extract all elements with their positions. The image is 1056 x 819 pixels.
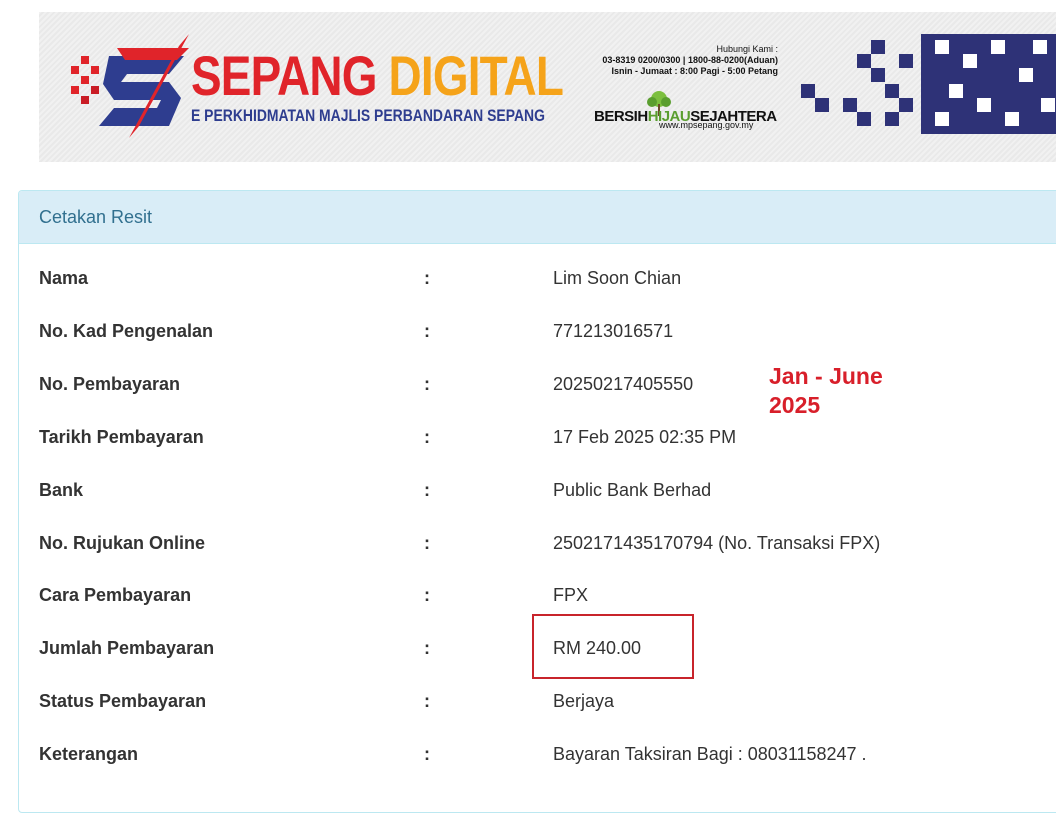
row-label: Status Pembayaran [39, 691, 207, 711]
receipt-row: Status Pembayaran: Berjaya [18, 690, 1018, 743]
row-label: Cara Pembayaran [39, 585, 192, 605]
row-label: No. Pembayaran [39, 374, 181, 394]
sepang-digital-logo-icon [71, 34, 189, 138]
row-label: Nama [39, 268, 89, 288]
row-value: FPX [553, 585, 589, 605]
row-value: 771213016571 [553, 321, 674, 341]
brand-title-sepang: SEPANG [191, 44, 389, 107]
amount-highlight-box [532, 614, 694, 679]
row-label: Jumlah Pembayaran [39, 638, 215, 658]
row-label: No. Rujukan Online [39, 533, 206, 553]
annotation-line-2: 2025 [769, 392, 821, 418]
row-value: Public Bank Berhad [553, 480, 712, 500]
row-separator: : [424, 480, 430, 500]
receipt-row: No. Rujukan Online: 2502171435170794 (No.… [18, 532, 1018, 585]
contact-hours: Isnin - Jumaat : 8:00 Pagi - 5:00 Petang [611, 66, 778, 76]
annotation-line-1: Jan - June [769, 363, 883, 389]
row-value: Lim Soon Chian [553, 268, 682, 288]
header-banner: SEPANG DIGITAL E PERKHIDMATAN MAJLIS PER… [39, 12, 1056, 162]
panel-heading: Cetakan Resit [19, 191, 1056, 244]
brand-subtitle: E PERKHIDMATAN MAJLIS PERBANDARAN SEPANG [191, 106, 545, 125]
row-separator: : [424, 427, 430, 447]
contact-title: Hubungi Kami : [716, 44, 778, 54]
row-separator: : [424, 374, 430, 394]
row-separator: : [424, 268, 430, 288]
row-value: 17 Feb 2025 02:35 PM [553, 427, 737, 447]
receipt-row: Keterangan: Bayaran Taksiran Bagi : 08031… [18, 743, 1018, 796]
contact-info: Hubungi Kami : 03-8319 0200/0300 | 1800-… [602, 44, 778, 77]
row-value: 2502171435170794 (No. Transaksi FPX) [553, 533, 881, 553]
row-separator: : [424, 321, 430, 341]
row-separator: : [424, 691, 430, 711]
brand-title-digital: DIGITAL [388, 44, 564, 107]
pixel-pattern-icon [801, 34, 1056, 134]
row-value: Berjaya [553, 691, 615, 711]
receipt-row: Jumlah Pembayaran: RM 240.00 [18, 637, 1018, 690]
row-value: 20250217405550 [553, 374, 694, 394]
row-separator: : [424, 638, 430, 658]
receipt-row: Tarikh Pembayaran: 17 Feb 2025 02:35 PM [18, 426, 1018, 479]
receipt-row: Bank: Public Bank Berhad [18, 479, 1018, 532]
row-label: Keterangan [39, 744, 139, 764]
row-label: Bank [39, 480, 84, 500]
row-value: Bayaran Taksiran Bagi : 08031158247 . [553, 744, 867, 764]
receipt-row: Nama: Lim Soon Chian [18, 267, 1018, 320]
receipt-row: Cara Pembayaran: FPX [18, 584, 1018, 637]
row-separator: : [424, 533, 430, 553]
row-label: Tarikh Pembayaran [39, 427, 204, 447]
contact-phone: 03-8319 0200/0300 | 1800-88-0200(Aduan) [602, 55, 778, 65]
brand-title: SEPANG DIGITAL [191, 48, 564, 104]
row-separator: : [424, 744, 430, 764]
website-url: www.mpsepang.gov.my [659, 120, 754, 130]
slogan-bersih: BERSIH [594, 108, 648, 125]
period-annotation: Jan - June 2025 [769, 362, 919, 420]
row-separator: : [424, 585, 430, 605]
row-label: No. Kad Pengenalan [39, 321, 214, 341]
